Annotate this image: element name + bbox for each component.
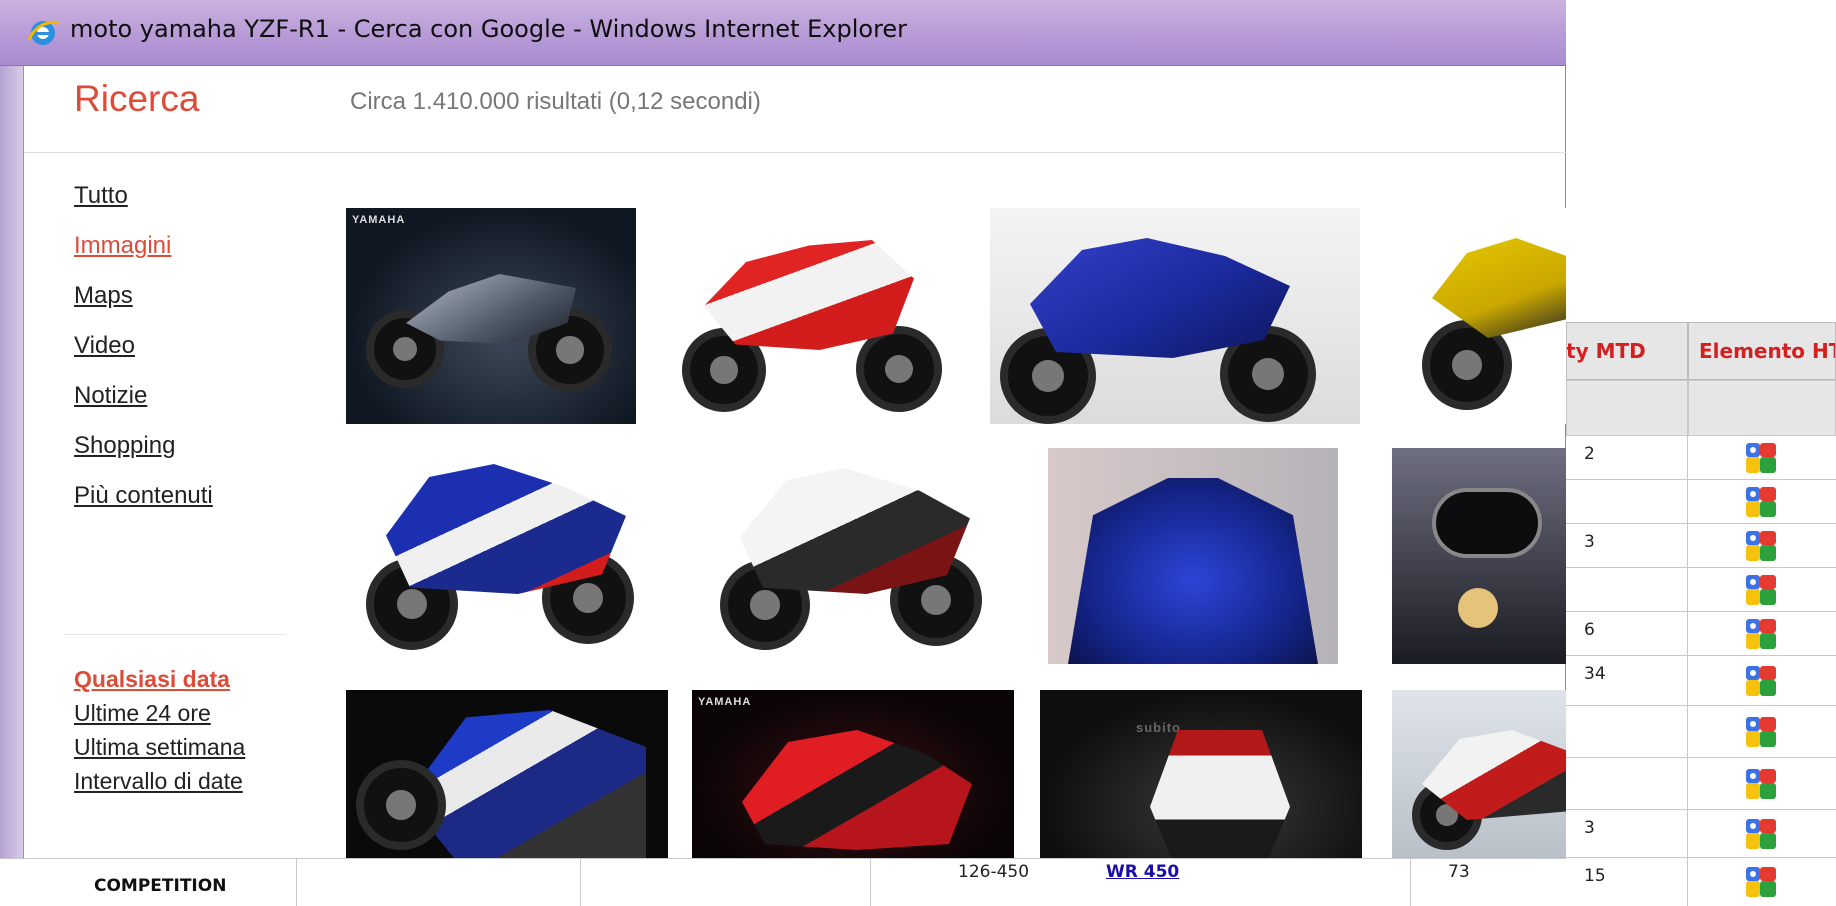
yamaha-r1-white-garage-image[interactable]: subito [1040, 690, 1362, 858]
google-icon[interactable] [1744, 529, 1778, 563]
qty-cell-border [1566, 706, 1688, 758]
qty-cell-border [1566, 758, 1688, 810]
yamaha-r1-red-white-image[interactable] [668, 210, 958, 424]
yamaha-r1-red-black-image[interactable]: YAMAHA [692, 690, 1014, 858]
result-stats: Circa 1.410.000 risultati (0,12 secondi) [350, 88, 761, 115]
qty-value: 2 [1584, 444, 1595, 464]
subito-watermark: subito [1136, 720, 1181, 735]
bike-body [704, 240, 914, 350]
yamaha-r1-black-studio-image[interactable]: YAMAHA [346, 208, 636, 424]
google-icon[interactable] [1744, 441, 1778, 475]
category-label: COMPETITION [94, 876, 227, 896]
filter-last-24h[interactable]: Ultime 24 ore [74, 700, 211, 727]
value-cell: 73 [1448, 862, 1470, 882]
bike-body [386, 464, 626, 594]
google-icon[interactable] [1744, 485, 1778, 519]
fuel-cap [1458, 588, 1498, 628]
header-elemento-html: Elemento HTML [1688, 322, 1836, 380]
google-icon[interactable] [1744, 817, 1778, 851]
bike-body [1030, 238, 1290, 358]
filter-any-date[interactable]: Qualsiasi data [74, 666, 230, 693]
yamaha-r1-white-outdoor-image[interactable] [1392, 690, 1566, 858]
google-icon[interactable] [1744, 865, 1778, 899]
header-qty-mtd: Qty MTD [1566, 322, 1688, 380]
browser-window: moto yamaha YZF-R1 - Cerca con Google - … [0, 0, 1566, 858]
instrument-panel [1432, 488, 1542, 558]
filter-last-week[interactable]: Ultima settimana [74, 734, 245, 761]
qty-value: 15 [1584, 866, 1606, 886]
google-icon[interactable] [1744, 573, 1778, 607]
yamaha-logo-caption: YAMAHA [698, 696, 752, 708]
header-sub-cell [1688, 380, 1836, 436]
internet-explorer-icon [27, 20, 60, 45]
screenshot-stage: Qty MTD Elemento HTML 2 3 6 34 3 15 126-450 W… [0, 0, 1836, 906]
model-link[interactable]: WR 450 [1106, 862, 1179, 882]
qty-value: 3 [1584, 532, 1595, 552]
spreadsheet-bottom-row [0, 858, 1566, 906]
yamaha-r1-fiat-livery-image[interactable] [346, 448, 658, 664]
yamaha-r1-yellow-partial-image[interactable] [1392, 208, 1566, 424]
yamaha-r1-white-black-image[interactable] [690, 448, 1010, 664]
title-bar[interactable]: moto yamaha YZF-R1 - Cerca con Google - … [0, 0, 1566, 66]
header-divider [24, 152, 1566, 153]
column-divider [580, 858, 581, 906]
filter-date-range[interactable]: Intervallo di date [74, 768, 243, 795]
nav-item-shopping[interactable]: Shopping [74, 432, 175, 460]
qty-value: 6 [1584, 620, 1595, 640]
google-icon[interactable] [1744, 617, 1778, 651]
nav-divider [64, 634, 286, 635]
qty-value: 3 [1584, 818, 1595, 838]
google-icon[interactable] [1744, 664, 1778, 698]
page-title: Ricerca [74, 78, 200, 119]
google-icon[interactable] [1744, 715, 1778, 749]
nav-item-piu-contenuti[interactable]: Più contenuti [74, 482, 213, 510]
bike-body [740, 468, 970, 594]
qty-cell-border [1566, 568, 1688, 612]
range-cell: 126-450 [958, 862, 1030, 882]
bike-body [742, 730, 972, 850]
column-divider [1410, 858, 1411, 906]
window-title: moto yamaha YZF-R1 - Cerca con Google - … [70, 15, 908, 43]
header-sub-cell [1566, 380, 1688, 436]
qty-cell-border [1566, 480, 1688, 524]
bike-body [406, 710, 646, 858]
yamaha-r1-blue-front-closeup-image[interactable] [1048, 448, 1338, 664]
nav-item-notizie[interactable]: Notizie [74, 382, 147, 410]
nav-item-maps[interactable]: Maps [74, 282, 133, 310]
fairing [1068, 478, 1318, 664]
yamaha-r1-cockpit-image[interactable] [1392, 448, 1566, 664]
yamaha-r1-blue-showroom-image[interactable] [990, 208, 1360, 424]
yamaha-logo-caption: YAMAHA [352, 214, 406, 226]
column-divider [296, 858, 297, 906]
column-divider [870, 858, 871, 906]
nav-item-video[interactable]: Video [74, 332, 135, 360]
window-left-frame [0, 66, 24, 858]
yamaha-r1-exhaust-closeup-image[interactable] [346, 690, 668, 858]
wheel [356, 760, 446, 850]
nav-item-tutto[interactable]: Tutto [74, 182, 128, 210]
qty-value: 34 [1584, 664, 1606, 684]
bike-front [1150, 730, 1290, 858]
nav-item-immagini[interactable]: Immagini [74, 232, 171, 260]
google-icon[interactable] [1744, 767, 1778, 801]
